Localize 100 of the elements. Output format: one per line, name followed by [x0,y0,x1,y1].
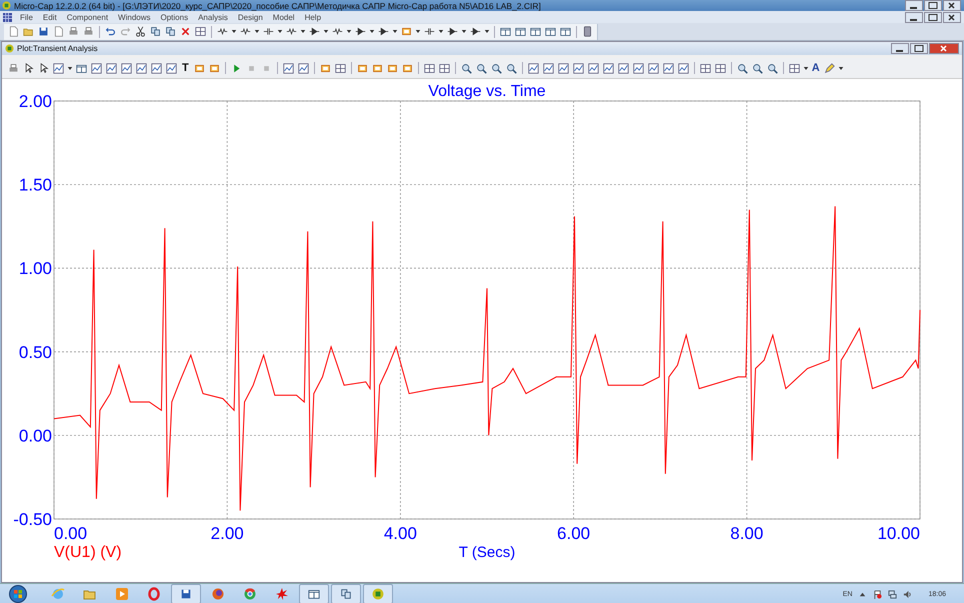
save-icon[interactable] [38,26,49,37]
pen-icon[interactable] [824,62,835,74]
graph-icon[interactable] [542,62,554,74]
panel-icon[interactable] [356,62,368,74]
menu-item[interactable]: Component [62,12,114,22]
window-task-button[interactable] [331,584,361,603]
window-icon[interactable] [515,26,526,37]
graph-icon[interactable] [91,62,102,74]
window-icon[interactable] [560,26,571,37]
app-task-button[interactable] [363,584,393,603]
menu-item[interactable]: File [15,12,38,22]
menu-item[interactable]: Edit [38,12,62,22]
graph-icon[interactable] [618,62,629,74]
splat-icon[interactable] [275,587,289,601]
grid-icon[interactable] [334,62,346,74]
resistor-icon[interactable] [240,26,251,37]
resistor-icon[interactable] [332,26,343,37]
window-icon[interactable] [530,26,541,37]
font-button[interactable]: A [810,62,822,74]
printer-icon[interactable] [68,26,79,37]
caret-icon[interactable] [415,29,421,34]
close-button[interactable] [929,43,959,54]
graph-icon[interactable] [136,62,147,74]
caret-icon[interactable] [369,29,375,34]
caret-icon[interactable] [254,29,260,34]
maximize-button[interactable] [924,0,942,11]
menu-item[interactable]: Options [156,12,194,22]
capacitor-icon[interactable] [263,26,274,37]
zoom-icon[interactable] [460,62,472,74]
close-button[interactable] [943,0,961,11]
zoom-icon[interactable] [766,62,778,74]
graph-icon[interactable] [662,62,674,74]
pointer-icon[interactable] [23,62,34,74]
grid-icon[interactable] [438,62,450,74]
window-icon[interactable] [500,26,511,37]
text-button[interactable]: T [179,62,192,74]
caret-icon[interactable] [323,29,329,34]
diode-icon[interactable] [378,26,389,37]
grid-icon[interactable] [424,62,435,74]
maximize-button[interactable] [924,12,942,22]
graph-icon[interactable] [106,62,117,74]
caret-icon[interactable] [346,29,352,34]
scissors-icon[interactable] [135,26,146,37]
caret-icon[interactable] [484,29,490,34]
graph-icon[interactable] [558,62,569,74]
zoom-icon[interactable] [490,62,502,74]
minimize-button[interactable] [905,0,923,11]
graph-icon[interactable] [53,62,64,74]
panel-icon[interactable] [402,62,413,74]
caret-icon[interactable] [438,29,444,34]
panel-icon[interactable] [194,62,205,74]
minimize-button[interactable] [891,43,909,54]
undo-icon[interactable] [105,26,116,37]
close-button[interactable] [943,12,961,22]
graph-icon[interactable] [528,62,539,74]
diode-icon[interactable] [447,26,458,37]
grid-icon[interactable] [700,62,711,74]
caret-icon[interactable] [461,29,467,34]
graph-icon[interactable] [572,62,584,74]
grid-icon[interactable] [195,26,206,37]
window-icon[interactable] [545,26,556,37]
caret-icon[interactable] [277,29,283,34]
menu-item[interactable]: Design [232,12,268,22]
new-page-icon[interactable] [8,26,19,37]
graph-icon[interactable] [151,62,162,74]
caret-icon[interactable] [67,66,73,70]
printer-icon[interactable] [8,62,19,74]
zoom-icon[interactable] [476,62,487,74]
minimize-button[interactable] [905,12,923,22]
diode-icon[interactable] [309,26,320,37]
panel-icon[interactable] [320,62,331,74]
graph-icon[interactable] [166,62,177,74]
folder-icon[interactable] [23,26,34,37]
network-icon[interactable] [888,590,898,598]
graph-icon[interactable] [678,62,689,74]
copy-icon[interactable] [150,26,161,37]
zoom-icon[interactable] [506,62,517,74]
diode-icon[interactable] [355,26,366,37]
save-task-button[interactable] [171,584,201,603]
caret-icon[interactable] [802,66,809,70]
pointer-icon[interactable] [38,62,49,74]
new-page-icon[interactable] [53,26,64,37]
graph-icon[interactable] [602,62,614,74]
copy-icon[interactable] [165,26,176,37]
caret-icon[interactable] [300,29,306,34]
caret-icon[interactable] [231,29,237,34]
graph-icon[interactable] [121,62,132,74]
menu-item[interactable]: Model [268,12,300,22]
menu-item[interactable]: Windows [113,12,156,22]
panel-icon[interactable] [386,62,398,74]
start-button[interactable] [8,585,28,603]
graph-icon[interactable] [588,62,599,74]
flag-icon[interactable] [873,590,882,598]
capacitor-icon[interactable] [424,26,435,37]
window-icon[interactable] [76,62,87,74]
grid-icon[interactable] [788,62,800,74]
speaker-icon[interactable] [903,590,912,598]
graph-icon[interactable] [632,62,644,74]
graph-icon[interactable] [298,62,309,74]
zoom-icon[interactable] [752,62,763,74]
